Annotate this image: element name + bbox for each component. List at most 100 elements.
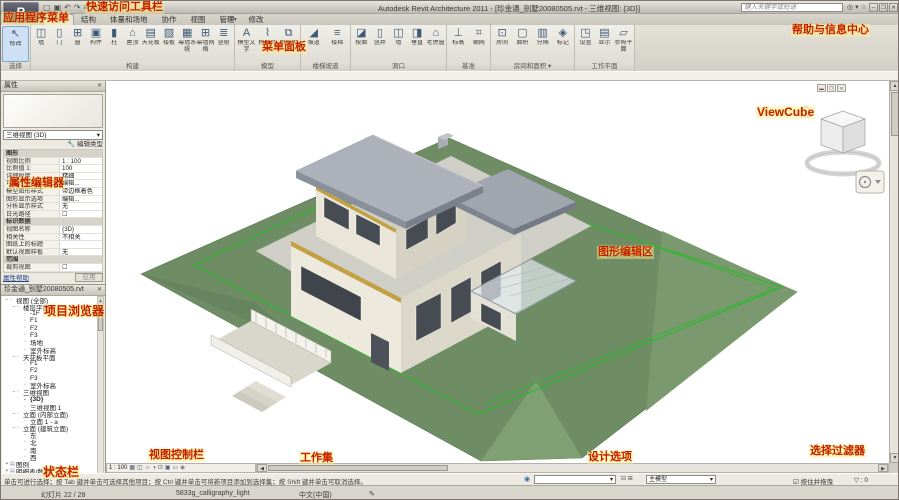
worksets-icon[interactable]: ◉ bbox=[524, 475, 530, 484]
ribbon-tab[interactable]: 修改 bbox=[242, 15, 271, 25]
ribbon-button[interactable]: ⊞窗 bbox=[69, 26, 87, 62]
property-value[interactable]: 精细 bbox=[60, 173, 102, 180]
close-icon[interactable]: ✕ bbox=[97, 285, 102, 295]
selection-filter-icon[interactable]: ▽ : 0 bbox=[854, 476, 868, 484]
scrollbar-thumb[interactable] bbox=[268, 465, 448, 471]
apply-button[interactable]: 应用 bbox=[75, 273, 103, 282]
search-input[interactable]: 键入关键字或短语 bbox=[741, 3, 843, 12]
properties-help-link[interactable]: 属性帮助 bbox=[3, 272, 29, 282]
ribbon-button[interactable]: ▤显示 bbox=[595, 26, 614, 62]
ribbon-button[interactable]: ⌂老虎窗 bbox=[426, 26, 445, 62]
ribbon-button[interactable]: ⌂屋顶 bbox=[123, 26, 141, 62]
property-value[interactable]: ☐ bbox=[60, 264, 102, 271]
view-control-icon[interactable]: ▣ bbox=[165, 464, 171, 472]
minimize-icon[interactable]: ▬ bbox=[817, 84, 826, 92]
window-control-button[interactable]: ─ bbox=[869, 3, 878, 12]
quick-access-icon[interactable]: ↷ bbox=[74, 3, 81, 13]
pen-icon[interactable]: ✎ bbox=[369, 490, 375, 498]
ribbon-button[interactable]: ▢面积 bbox=[512, 26, 532, 62]
ribbon-tab[interactable]: 视图 bbox=[184, 15, 213, 25]
ribbon-button[interactable]: ≡楼梯 bbox=[326, 26, 350, 62]
property-value[interactable]: ☐ bbox=[60, 211, 102, 218]
view-control-icon[interactable]: ☼ bbox=[145, 464, 151, 472]
tree-item[interactable]: − ▫ 天花板平面 bbox=[2, 353, 97, 360]
ribbon-button[interactable]: A模型文字 bbox=[236, 26, 257, 62]
ribbon-button[interactable]: ⌗轴网 bbox=[469, 26, 490, 62]
ribbon-tab[interactable]: 协作 bbox=[155, 15, 184, 25]
ribbon-button[interactable]: ▤天花板 bbox=[142, 26, 160, 62]
tree-item[interactable]: ▫ 南 bbox=[2, 446, 97, 453]
design-options-icons[interactable]: ⊟ ⊞ bbox=[621, 475, 633, 484]
infocenter-icon[interactable]: ▾ bbox=[855, 3, 859, 12]
property-value[interactable]: 不相关 bbox=[60, 234, 102, 241]
drawing-area[interactable] bbox=[106, 81, 889, 463]
view-control-icon[interactable]: ◈ bbox=[180, 464, 185, 472]
quick-access-icon[interactable]: ▣ bbox=[54, 3, 62, 13]
ribbon-button[interactable]: ▮柱 bbox=[105, 26, 123, 62]
ribbon-button[interactable]: ▱参照平面 bbox=[614, 26, 633, 62]
property-value[interactable]: 100 bbox=[60, 165, 102, 172]
window-control-button[interactable]: ❐ bbox=[879, 3, 888, 12]
scroll-up-icon[interactable]: ▲ bbox=[890, 81, 899, 91]
property-value[interactable]: 无 bbox=[60, 203, 102, 210]
property-value[interactable]: 编辑... bbox=[60, 180, 102, 187]
property-value[interactable]: {3D} bbox=[60, 226, 102, 233]
type-selector-dropdown[interactable]: 三维视图 {3D} ▾ bbox=[3, 130, 103, 140]
tree-item[interactable]: ▫ 室外标高 bbox=[2, 382, 97, 389]
scroll-right-icon[interactable]: ▶ bbox=[878, 464, 888, 472]
quick-access-icon[interactable]: ↶ bbox=[64, 3, 71, 13]
close-icon[interactable]: ✕ bbox=[97, 81, 102, 91]
window-control-button[interactable]: ✕ bbox=[889, 3, 898, 12]
infocenter-icon[interactable]: ☆ bbox=[861, 3, 867, 12]
scroll-up-icon[interactable]: ▲ bbox=[98, 297, 103, 304]
ribbon-button[interactable]: ≣竖梃 bbox=[215, 26, 233, 62]
navigation-bar[interactable] bbox=[856, 171, 884, 193]
tree-item[interactable]: ▫ F1 bbox=[2, 317, 97, 324]
ribbon-button[interactable]: ◫墙 bbox=[389, 26, 408, 62]
ribbon-button[interactable]: ◈标记 bbox=[553, 26, 573, 62]
tree-item[interactable]: ▫ F2 bbox=[2, 367, 97, 374]
ribbon-button[interactable]: ◪按面 bbox=[352, 26, 371, 62]
view-control-icon[interactable]: ⊡ bbox=[158, 464, 163, 472]
tree-item[interactable]: ▫ 北 bbox=[2, 439, 97, 446]
property-value[interactable]: 1 : 100 bbox=[60, 158, 102, 165]
tree-item[interactable]: − ▫ 立面 (建筑立面) bbox=[2, 425, 97, 432]
ribbon-button[interactable]: ↖修改 bbox=[2, 26, 29, 62]
ribbon-button[interactable]: ▥分隔 bbox=[533, 26, 553, 62]
restore-icon[interactable]: ❐ bbox=[827, 84, 836, 92]
tree-item[interactable]: − ▫ 视图 (全部) bbox=[2, 296, 97, 303]
3d-view[interactable] bbox=[106, 81, 889, 463]
property-value[interactable] bbox=[60, 241, 102, 248]
ribbon-button[interactable]: ◳设置 bbox=[576, 26, 595, 62]
infocenter-icon[interactable]: ◎ bbox=[847, 3, 853, 12]
close-icon[interactable]: ✕ bbox=[837, 84, 846, 92]
property-value[interactable]: 带边框着色 bbox=[60, 188, 102, 195]
ribbon-state-toggle[interactable]: ⊙ ▾ bbox=[223, 15, 237, 25]
design-options-dropdown[interactable]: 主模型 ▾ bbox=[646, 475, 716, 484]
ribbon-button[interactable]: ▧楼板 bbox=[160, 26, 178, 62]
worksets-dropdown[interactable]: ▾ bbox=[534, 475, 616, 484]
view-control-icon[interactable]: ▭ bbox=[173, 464, 179, 472]
ribbon-button[interactable]: ⊡房间 bbox=[492, 26, 512, 62]
ribbon-button[interactable]: ▯门 bbox=[50, 26, 68, 62]
ribbon-button[interactable]: ◨垂直 bbox=[408, 26, 427, 62]
ribbon-tab[interactable]: 结构 bbox=[74, 15, 103, 25]
view-control-icon[interactable]: ◫ bbox=[137, 464, 143, 472]
scroll-left-icon[interactable]: ◀ bbox=[257, 464, 267, 472]
view-control-icon[interactable]: ◑ bbox=[152, 464, 156, 472]
vertical-scrollbar[interactable]: ▲ ▼ bbox=[889, 81, 899, 463]
ribbon-tab[interactable]: 体量和场地 bbox=[103, 15, 155, 25]
horizontal-scrollbar[interactable]: ◀ ▶ bbox=[256, 463, 889, 473]
tree-item[interactable]: ▫ F3 bbox=[2, 332, 97, 339]
browser-scrollbar[interactable]: ▲ ▼ bbox=[97, 296, 104, 481]
view-control-icon[interactable]: ▦ bbox=[129, 464, 135, 472]
tree-item[interactable]: ▫ F2 bbox=[2, 325, 97, 332]
ribbon-button[interactable]: ▣构件 bbox=[87, 26, 105, 62]
scale-button[interactable]: 1 : 100 bbox=[109, 465, 127, 471]
quick-access-icon[interactable]: ▢ bbox=[43, 3, 51, 13]
edit-type-button[interactable]: 🔧 编辑类型 bbox=[3, 140, 103, 149]
ribbon-button[interactable]: ▯竖井 bbox=[371, 26, 390, 62]
property-value[interactable]: 无 bbox=[60, 249, 102, 256]
ribbon-button[interactable]: ◫墙 bbox=[32, 26, 50, 62]
scrollbar-thumb[interactable] bbox=[891, 92, 899, 136]
